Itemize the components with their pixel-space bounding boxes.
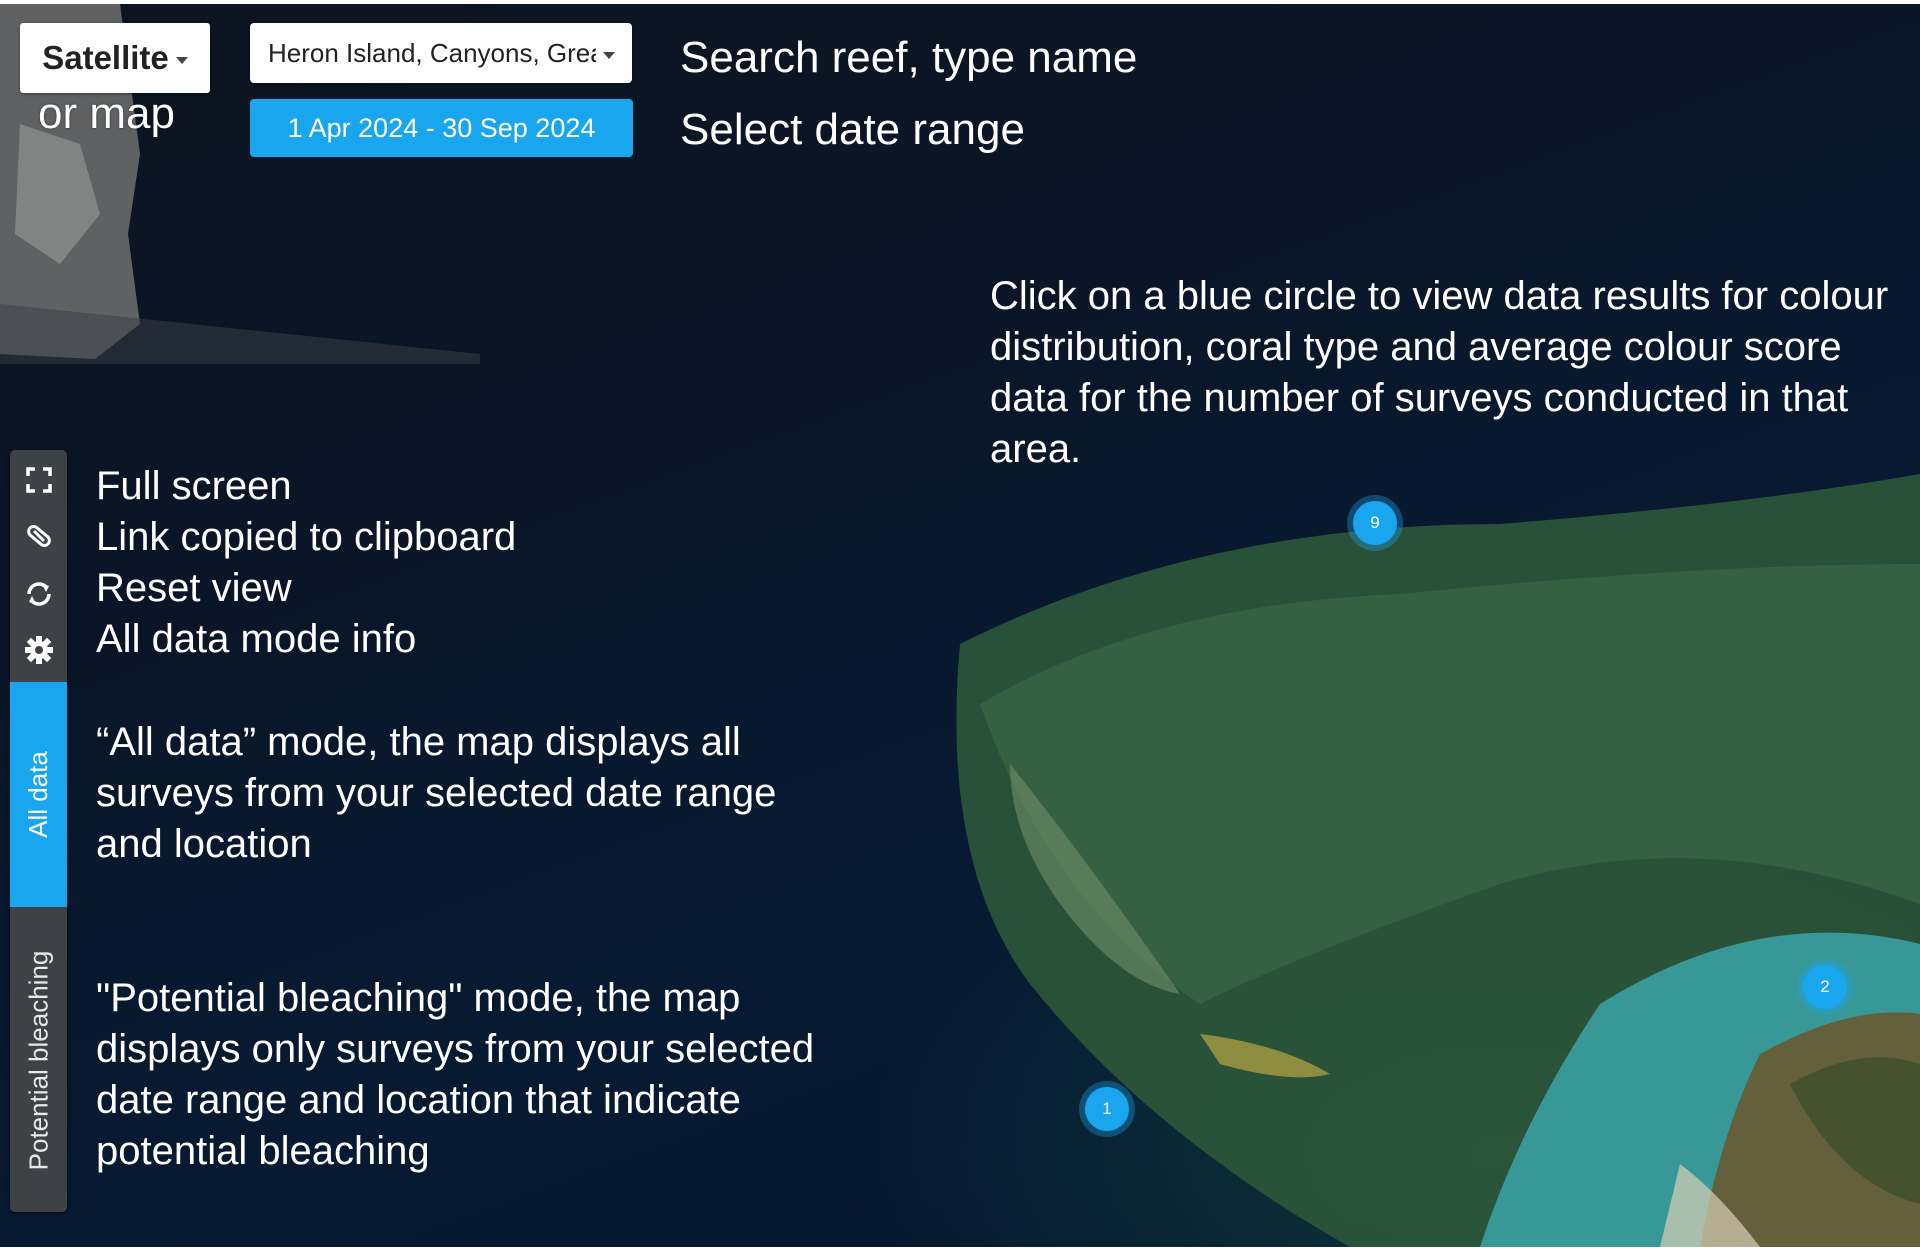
tab-all-data-label: All data [23, 751, 54, 838]
marker-help-annotation: Click on a blue circle to view data resu… [990, 274, 1889, 471]
all-data-info-annotation: All data mode info [96, 617, 417, 661]
reef-select-value: Heron Island, Canyons, Great Barrier Ree… [268, 37, 596, 68]
copy-link-annotation: Link copied to clipboard [96, 515, 517, 559]
map-toolbar: All data Potential bleaching [10, 450, 67, 1212]
reset-view-annotation: Reset view [96, 566, 292, 610]
gear-icon [24, 636, 53, 664]
all-data-annotation-line-3: and location [96, 822, 312, 866]
all-data-annotation-line-1: “All data” mode, the map displays all [96, 720, 741, 764]
tab-all-data[interactable]: All data [10, 682, 67, 907]
fullscreen-annotation: Full screen [96, 464, 292, 508]
tab-potential-bleaching-label: Potential bleaching [23, 950, 53, 1170]
bleaching-annotation-line-4: potential bleaching [96, 1129, 430, 1173]
search-annotation: Search reef, type name [680, 33, 1138, 82]
fullscreen-button[interactable] [10, 454, 67, 506]
survey-cluster-marker[interactable]: 1 [1085, 1087, 1129, 1131]
app-screen: Satellite or map Heron Island, Canyons, … [0, 0, 1920, 1250]
bleaching-annotation-line-2: displays only surveys from your selected [96, 1027, 815, 1071]
all-data-annotation-line-2: surveys from your selected date range [96, 771, 777, 815]
map-type-annotation: or map [38, 89, 175, 138]
fullscreen-icon [25, 467, 52, 493]
chevron-down-icon [603, 51, 615, 59]
map-type-dropdown[interactable]: Satellite [20, 23, 210, 93]
reset-view-button[interactable] [10, 568, 67, 620]
tab-potential-bleaching[interactable]: Potential bleaching [10, 910, 67, 1210]
date-range-button[interactable]: 1 Apr 2024 - 30 Sep 2024 [250, 99, 633, 157]
copy-link-button[interactable] [10, 510, 67, 562]
date-annotation: Select date range [680, 105, 1025, 154]
bleaching-annotation-line-3: date range and location that indicate [96, 1078, 741, 1122]
survey-cluster-marker[interactable]: 9 [1353, 501, 1397, 545]
survey-cluster-marker[interactable]: 2 [1803, 965, 1847, 1009]
link-icon [26, 525, 51, 547]
bleaching-annotation-line-1: "Potential bleaching" mode, the map [96, 976, 741, 1020]
reset-view-icon [26, 582, 51, 606]
all-data-info-button[interactable] [10, 624, 67, 676]
map-type-label: Satellite [42, 39, 169, 76]
chevron-down-icon [175, 56, 188, 64]
reef-search-select[interactable]: Heron Island, Canyons, Great Barrier Ree… [250, 23, 632, 83]
